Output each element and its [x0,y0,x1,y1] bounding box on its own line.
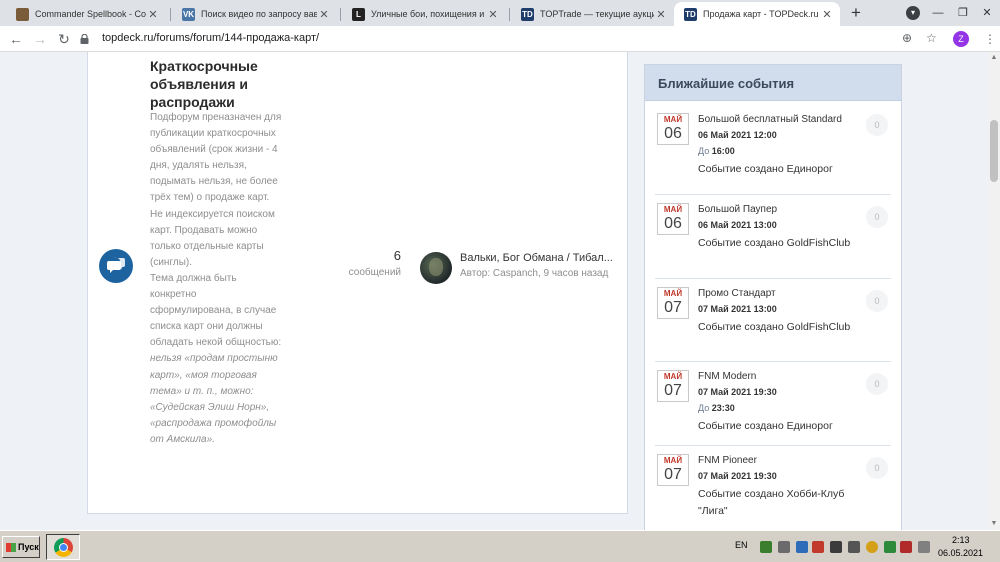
tab-vk-video[interactable]: VK Поиск видео по запросу вавилов ✕ [172,2,337,26]
clock-time[interactable]: 2:13 [952,535,970,545]
event-title-link[interactable]: Промо Стандарт [698,288,858,299]
bookmark-star-icon[interactable]: ☆ [926,31,937,45]
forum-list-panel: Краткосрочные объявления и распродажи По… [87,52,628,514]
tray-shield-icon[interactable] [812,541,824,553]
event-end-time: До 23:30 [698,403,735,413]
close-icon[interactable]: ✕ [146,8,160,21]
new-tab-button[interactable]: + [846,3,866,23]
tray-app-icon[interactable] [796,541,808,553]
event-title-link[interactable]: FNM Pioneer [698,455,858,466]
lock-icon [80,34,89,44]
profile-avatar[interactable]: Z [953,31,969,47]
event-title-link[interactable]: FNM Modern [698,371,858,382]
vk-icon: VK [182,7,195,21]
close-icon[interactable]: ✕ [486,8,500,21]
last-post-title-link[interactable]: Вальки, Бог Обмана / Тибал... [460,252,620,264]
td-icon: TD [684,7,697,21]
browser-toolbar: ← → ↻ topdeck.ru/forums/forum/144-продаж… [0,26,1000,52]
tab-street-fights[interactable]: L Уличные бои, похищения и расс ✕ [342,2,506,26]
event-item: МАЙ 06 Большой Паупер 06 Май 2021 13:00 … [655,195,891,279]
close-icon[interactable]: ✕ [820,8,834,21]
tray-warning-icon[interactable] [900,541,912,553]
tray-volume-icon[interactable] [918,541,930,553]
event-comment-count: 0 [866,206,888,228]
scroll-up-arrow-icon[interactable]: ▲ [988,52,1000,64]
event-creator: Событие создано GoldFishClub [698,321,851,333]
event-creator: Событие создано Хобби-Клуб "Лига" [698,488,845,517]
event-comment-count: 0 [866,373,888,395]
event-date-badge: МАЙ 07 [657,370,689,402]
address-bar[interactable]: topdeck.ru/forums/forum/144-продажа-карт… [80,28,950,50]
chrome-icon [54,538,73,557]
language-indicator[interactable]: EN [735,540,748,550]
spellbook-icon [16,7,29,21]
events-header: Ближайшие события [645,65,901,101]
upcoming-events-widget: Ближайшие события МАЙ 06 Большой бесплат… [644,64,902,530]
event-datetime: 06 Май 2021 12:00 [698,130,777,140]
tab-commander-spellbook[interactable]: Commander Spellbook - Combo D ✕ [6,2,166,26]
taskbar-chrome-button[interactable] [46,534,80,560]
event-datetime: 07 Май 2021 19:30 [698,387,777,397]
last-post-avatar[interactable] [420,252,452,284]
posts-label: сообщений [348,267,401,278]
event-item: МАЙ 07 FNM Modern 07 Май 2021 19:30 До 2… [655,362,891,446]
forum-description: Подфорум преназначен для публикации крат… [150,112,282,445]
event-date-badge: МАЙ 07 [657,287,689,319]
windows-logo-icon [6,543,16,552]
event-item: МАЙ 07 FNM Pioneer 07 Май 2021 19:30 Соб… [655,446,891,530]
forum-title-link[interactable]: Краткосрочные объявления и распродажи [150,57,290,111]
scroll-down-arrow-icon[interactable]: ▼ [988,518,1000,530]
event-datetime: 07 Май 2021 19:30 [698,471,777,481]
scrollbar-thumb[interactable] [990,120,998,182]
tray-network-icon[interactable] [778,541,790,553]
tray-disk-icon[interactable] [848,541,860,553]
close-icon[interactable]: ✕ [317,8,331,21]
tray-monitor-icon[interactable] [830,541,842,553]
tray-update-icon[interactable] [866,541,878,553]
page-viewport: Краткосрочные объявления и распродажи По… [0,52,988,530]
back-button[interactable]: ← [6,29,26,49]
event-datetime: 07 Май 2021 13:00 [698,304,777,314]
tab-toptrade[interactable]: TD TOPTrade — текущие аукционы ✕ [511,2,674,26]
tray-security-icon[interactable] [884,541,896,553]
event-comment-count: 0 [866,114,888,136]
l-icon: L [352,7,365,21]
event-comment-count: 0 [866,290,888,312]
restore-button[interactable]: ❐ [953,4,973,22]
event-creator: Событие создано Единорог [698,163,833,175]
event-comment-count: 0 [866,457,888,479]
forum-chat-icon[interactable] [99,249,133,283]
event-date-badge: МАЙ 06 [657,113,689,145]
event-title-link[interactable]: Большой бесплатный Standard [698,114,858,125]
forward-button[interactable]: → [30,29,50,49]
posts-count: 6 [393,248,401,263]
start-button[interactable]: Пуск [2,536,40,558]
tab-search-icon[interactable]: ▾ [906,6,920,20]
tray-nvidia-icon[interactable] [760,541,772,553]
page-scrollbar[interactable]: ▲ ▼ [988,52,1000,530]
event-title-link[interactable]: Большой Паупер [698,204,858,215]
clock-date[interactable]: 06.05.2021 [938,548,983,558]
minimize-button[interactable]: — [928,4,948,22]
chat-bubbles-icon [107,257,125,273]
tab-strip: Commander Spellbook - Combo D ✕ VK Поиск… [0,0,1000,26]
event-creator: Событие создано GoldFishClub [698,237,851,249]
reload-button[interactable]: ↻ [54,29,74,49]
browser-menu-icon[interactable]: ⋮ [984,31,996,47]
event-date-badge: МАЙ 07 [657,454,689,486]
close-window-button[interactable]: ✕ [977,4,997,22]
close-icon[interactable]: ✕ [654,8,668,21]
event-date-badge: МАЙ 06 [657,203,689,235]
event-item: МАЙ 06 Большой бесплатный Standard 06 Ма… [655,111,891,195]
event-creator: Событие создано Единорог [698,420,833,432]
tab-topdeck-sale[interactable]: TD Продажа карт - TOPDeck.ru ✕ [674,2,840,26]
event-end-time: До 16:00 [698,146,735,156]
event-datetime: 06 Май 2021 13:00 [698,220,777,230]
event-item: МАЙ 07 Промо Стандарт 07 Май 2021 13:00 … [655,279,891,362]
last-post-meta: Автор: Caspanch, 9 часов назад [460,268,609,279]
zoom-icon[interactable]: ⊕ [902,31,912,45]
url-text: topdeck.ru/forums/forum/144-продажа-карт… [102,32,320,44]
td-icon: TD [521,7,534,21]
os-taskbar: Пуск EN 2:13 06.05.2021 [0,530,1000,562]
